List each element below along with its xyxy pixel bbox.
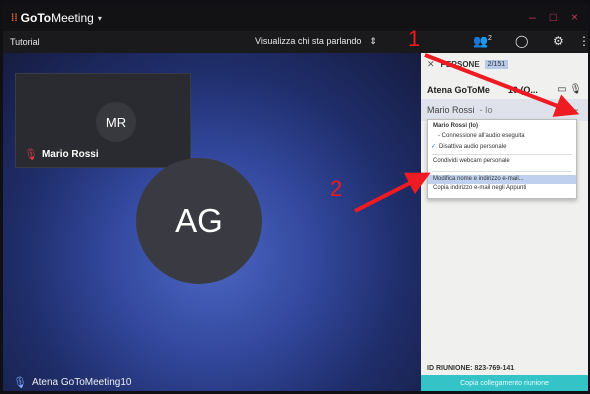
- menu-item-webcam[interactable]: Condividi webcam personale: [428, 158, 576, 164]
- gotomeeting-logo-icon: ⁞⁞: [11, 12, 18, 24]
- menu-item-mute-label: Disattiva audio personale: [439, 144, 507, 150]
- self-tag: - Io: [479, 105, 493, 115]
- attendee-count-badge: 2/151: [484, 59, 509, 69]
- active-speaker-nameplate: 🎙 Atena GoToMeeting10: [13, 376, 131, 389]
- attendee-name: Mario Rossi: [427, 105, 475, 115]
- meeting-toolbar: Tutorial Visualizza chi sta parlando ⇕ 👥2…: [3, 31, 588, 53]
- participant-tile[interactable]: MR 🎙 Mario Rossi: [15, 73, 191, 168]
- menu-divider: [432, 171, 572, 172]
- more-icon[interactable]: ⋮: [578, 34, 588, 48]
- maximize-icon[interactable]: □: [550, 10, 557, 24]
- menu-audio-status: - Connessione all'audio eseguita: [438, 133, 525, 139]
- meeting-id-value: 823-769-141: [474, 365, 515, 372]
- attendee-suffix: 10 (O...: [507, 85, 538, 95]
- meeting-id: ID RIUNIONE: 823-769-141: [427, 365, 514, 372]
- window-controls: – □ ×: [529, 10, 578, 24]
- menu-divider: [432, 154, 572, 155]
- active-speaker-avatar: AG: [136, 158, 262, 284]
- view-mode-label: Visualizza chi sta parlando: [255, 36, 362, 46]
- chevron-down-icon[interactable]: ▾: [98, 14, 102, 23]
- menu-title: Mario Rossi (Io): [433, 123, 479, 129]
- chat-icon[interactable]: ◯: [515, 34, 528, 48]
- video-stage: MR 🎙 Mario Rossi AG 🎙 Atena GoToMeeting1…: [3, 53, 421, 391]
- minimize-icon[interactable]: –: [529, 10, 536, 24]
- participant-name: Mario Rossi: [41, 149, 99, 160]
- menu-item-edit-name[interactable]: Modifica nome e indirizzo e-mail...: [428, 175, 576, 184]
- app-title[interactable]: GoToMeeting: [21, 11, 94, 25]
- people-count-badge: 2: [487, 35, 492, 42]
- callout-number-1: 1: [408, 26, 421, 51]
- active-speaker-name: Atena GoToMeeting10: [31, 377, 132, 388]
- view-mode-select[interactable]: Visualizza chi sta parlando ⇕: [255, 36, 377, 47]
- attendee-row-organizer[interactable]: Atena GoToMe 10 (O... ▭ 🎙: [421, 79, 588, 101]
- people-icon[interactable]: 👥2: [473, 34, 492, 48]
- close-icon[interactable]: ×: [571, 10, 578, 24]
- avatar: MR: [96, 102, 136, 142]
- people-glyph: 👥: [473, 34, 488, 48]
- gotomeeting-window: ⁞⁞ GoToMeeting ▾ – □ × Tutorial Visualiz…: [3, 5, 588, 391]
- people-panel: ✕ PERSONE 2/151 Atena GoToMe 10 (O... ▭ …: [421, 53, 588, 391]
- copy-link-button[interactable]: Copia collegamento riunione: [421, 375, 588, 391]
- callout-number-2: 2: [330, 176, 343, 201]
- attendee-row-self[interactable]: Mario Rossi - Io ⌄: [421, 99, 588, 121]
- app-title-rest: Meeting: [51, 11, 94, 25]
- app-title-bold: GoTo: [20, 11, 52, 25]
- meeting-id-label: ID RIUNIONE:: [427, 365, 473, 372]
- menu-item-copy-email[interactable]: Copia indirizzo e-mail negli Appunti: [428, 185, 576, 191]
- check-icon: ✓: [431, 144, 437, 150]
- title-bar: ⁞⁞ GoToMeeting ▾ – □ ×: [3, 5, 588, 31]
- attendee-context-menu: Mario Rossi (Io) - Connessione all'audio…: [427, 119, 577, 199]
- settings-icon[interactable]: ⚙: [553, 34, 564, 48]
- tile-nameplate: 🎙 Mario Rossi: [24, 148, 99, 161]
- mic-muted-icon: 🎙: [24, 149, 38, 161]
- sort-icon: ⇕: [369, 36, 377, 46]
- people-panel-header: ✕ PERSONE 2/151: [421, 53, 588, 75]
- screen-mic-icons: ▭ 🎙: [557, 84, 582, 95]
- attendee-name: Atena GoToMe: [427, 85, 490, 95]
- menu-item-mute[interactable]: ✓ Disattiva audio personale: [428, 143, 576, 150]
- people-header-label: PERSONE: [440, 59, 480, 69]
- chevron-down-icon[interactable]: ⌄: [573, 104, 580, 113]
- mic-icon: 🎙: [13, 377, 27, 389]
- close-icon[interactable]: ✕: [427, 59, 435, 70]
- meeting-name: Tutorial: [10, 37, 40, 47]
